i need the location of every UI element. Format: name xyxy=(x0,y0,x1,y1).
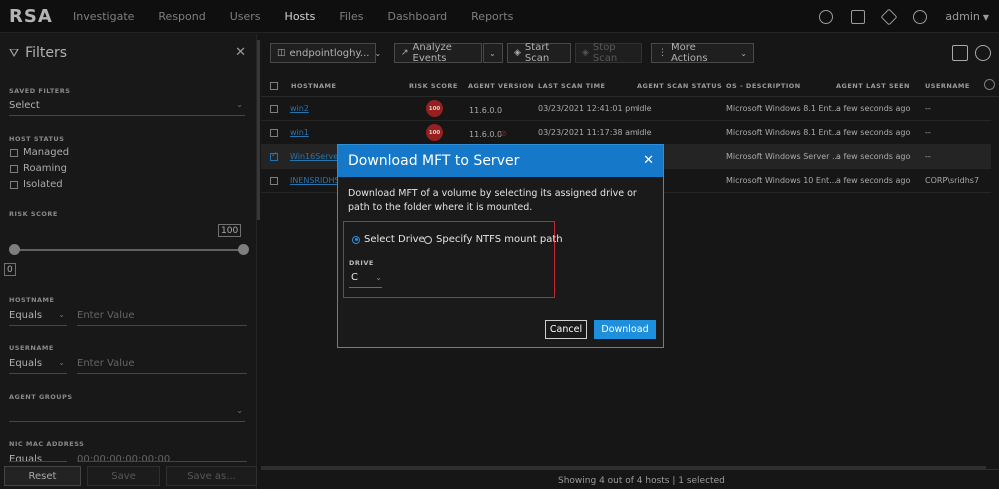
radio-select-drive[interactable]: Select Drive xyxy=(352,234,425,245)
drive-value: C xyxy=(351,272,358,283)
drive-selection-group: Select Drive Specify NTFS mount path DRI… xyxy=(343,221,563,298)
radio-button[interactable] xyxy=(424,235,432,244)
radio-button[interactable] xyxy=(352,235,360,244)
drive-label: DRIVE xyxy=(349,259,374,267)
dialog-header: Download MFT to Server xyxy=(338,145,663,177)
chevron-down-icon: ⌄ xyxy=(375,273,382,282)
download-mft-dialog: Download MFT to Server ✕ Download MFT of… xyxy=(337,144,664,348)
dialog-description: Download MFT of a volume by selecting it… xyxy=(348,188,637,213)
drive-select[interactable]: C ⌄ xyxy=(349,270,382,288)
radio-label: Specify NTFS mount path xyxy=(436,234,563,245)
radio-label: Select Drive xyxy=(364,234,425,245)
dialog-title: Download MFT to Server xyxy=(348,153,520,169)
radio-ntfs-mount-path[interactable]: Specify NTFS mount path xyxy=(424,234,563,245)
close-icon[interactable]: ✕ xyxy=(643,153,654,168)
cancel-button[interactable]: Cancel xyxy=(545,320,587,339)
download-button[interactable]: Download xyxy=(594,320,656,339)
